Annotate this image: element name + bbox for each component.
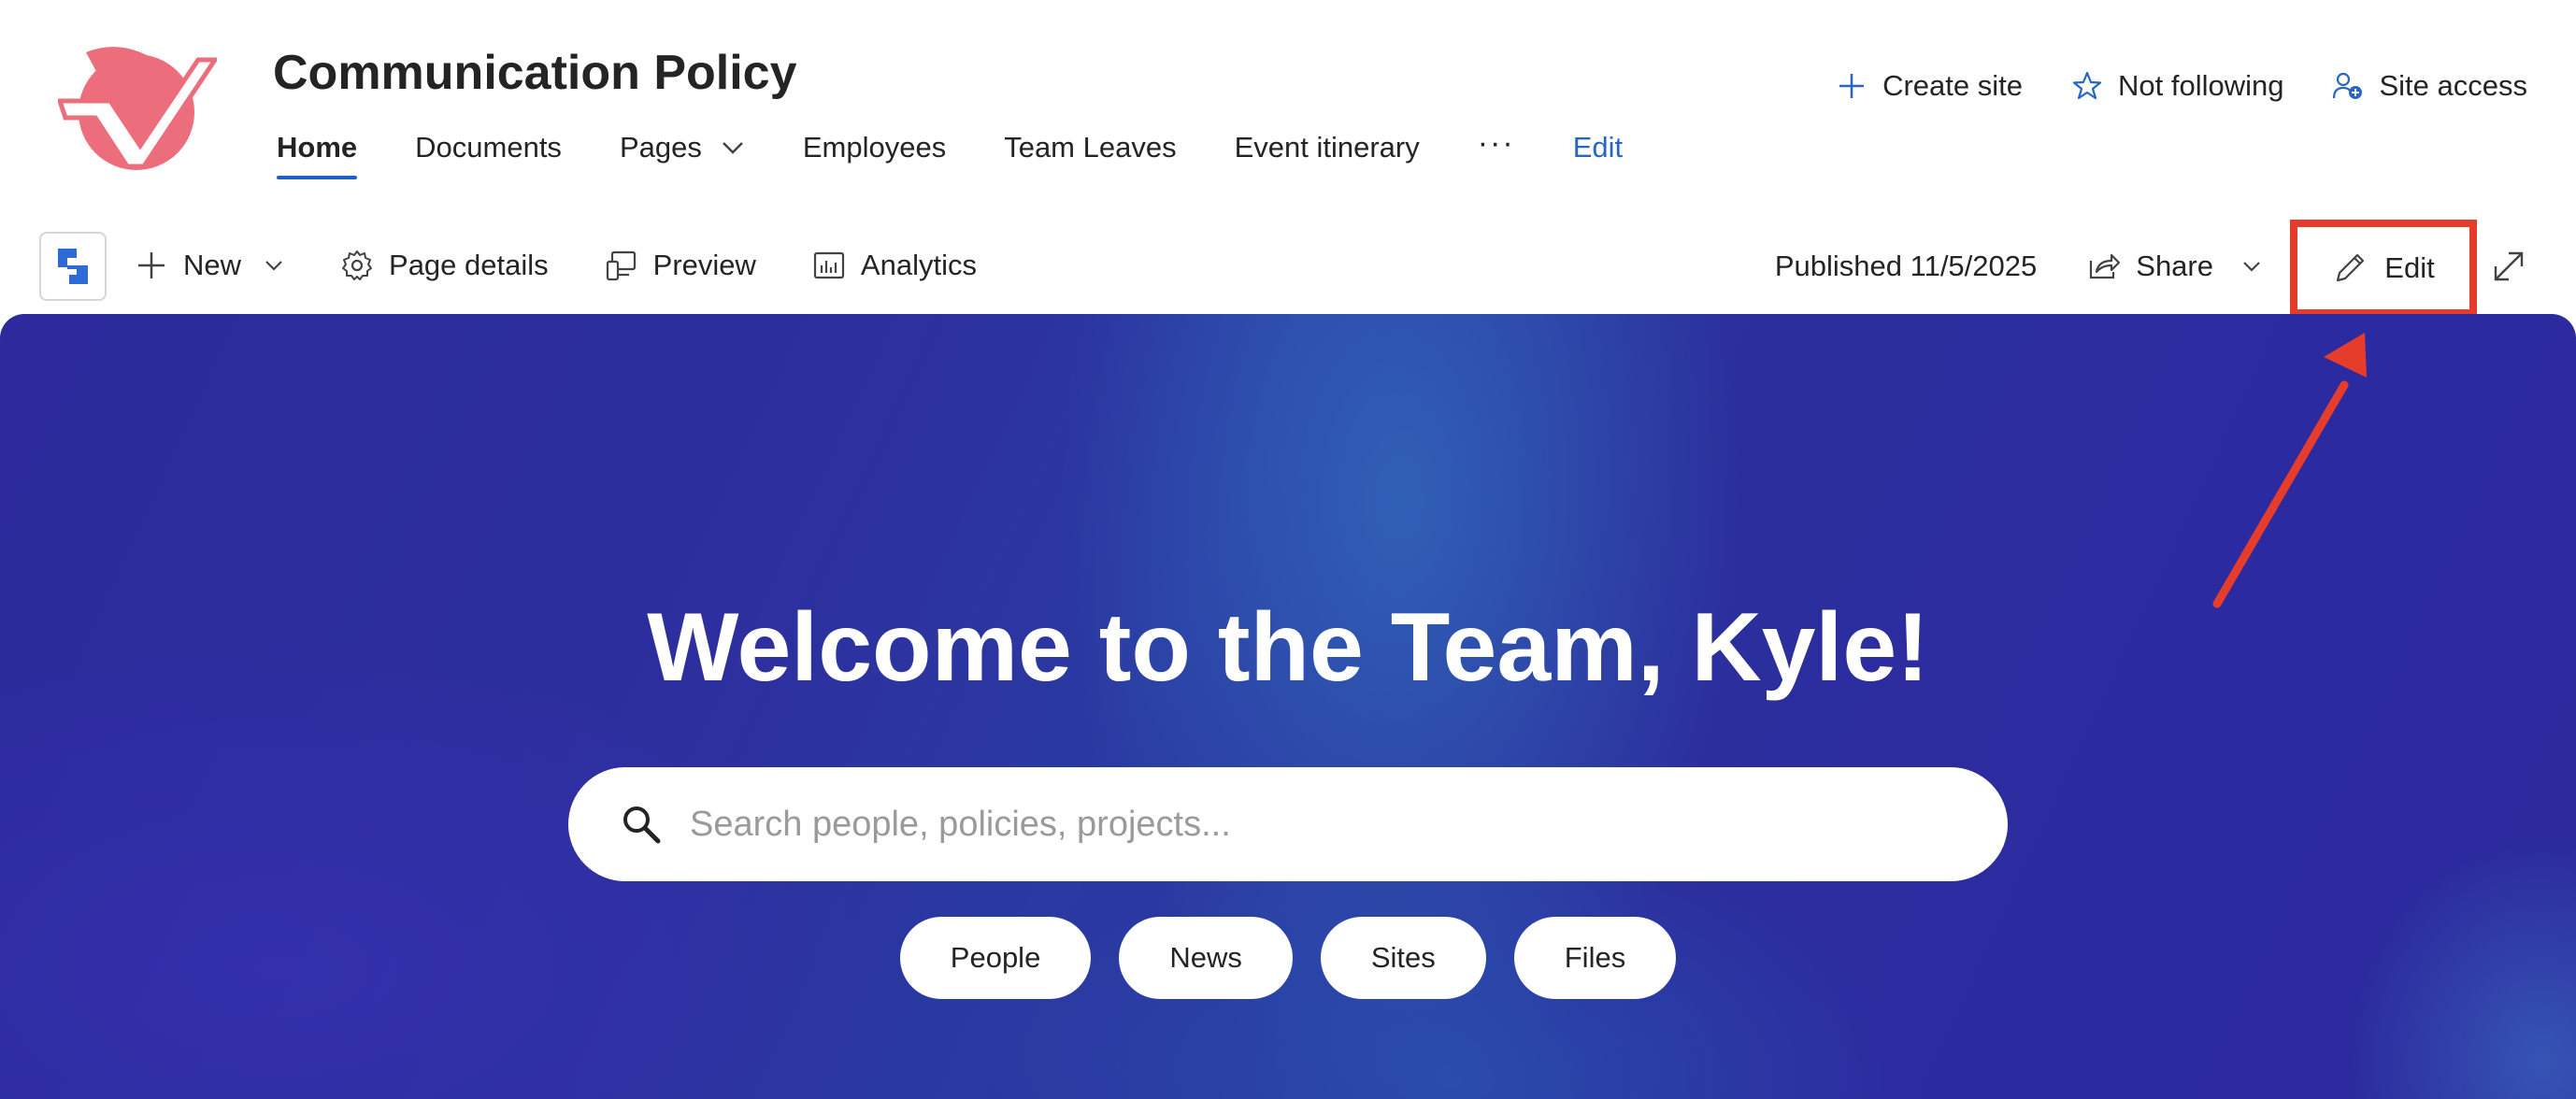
search-input[interactable]	[690, 804, 1905, 845]
chip-news[interactable]: News	[1119, 917, 1293, 999]
sharepoint-app-icon	[58, 249, 88, 284]
create-site-button[interactable]: Create site	[1836, 69, 2023, 103]
site-access-button[interactable]: Site access	[2332, 69, 2527, 103]
hero-banner: Welcome to the Team, Kyle! People News S…	[0, 314, 2576, 1099]
command-bar-right: Published 11/5/2025 Share Edit	[1774, 220, 2527, 317]
preview-label: Preview	[652, 249, 756, 281]
analytics-icon	[813, 251, 845, 279]
people-settings-icon	[2333, 72, 2363, 99]
nav-item-documents[interactable]: Documents	[415, 120, 562, 176]
command-bar: New Page details Preview Analytics Publi…	[0, 220, 2576, 317]
nav-item-employees[interactable]: Employees	[803, 120, 946, 176]
page-details-button[interactable]: Page details	[340, 249, 549, 282]
site-logo[interactable]	[58, 43, 217, 174]
analytics-button[interactable]: Analytics	[812, 249, 977, 282]
published-status: Published 11/5/2025	[1774, 250, 2038, 282]
command-bar-left: New Page details Preview Analytics	[135, 237, 1033, 293]
chevron-down-icon	[2243, 262, 2260, 272]
follow-button[interactable]: Not following	[2071, 69, 2283, 103]
gear-icon	[342, 250, 373, 280]
preview-button[interactable]: Preview	[605, 249, 756, 282]
nav-item-team-leaves[interactable]: Team Leaves	[1004, 120, 1176, 176]
new-label: New	[183, 249, 242, 281]
site-access-label: Site access	[2379, 69, 2527, 102]
expand-icon[interactable]	[2490, 248, 2527, 285]
share-button[interactable]: Share	[2087, 250, 2262, 283]
plus-icon	[1839, 74, 1865, 98]
nav-item-pages[interactable]: Pages	[620, 120, 745, 176]
site-actions: Create site Not following Site access	[1836, 69, 2527, 103]
chevron-down-icon	[265, 261, 282, 271]
star-icon	[2072, 71, 2102, 100]
search-icon	[623, 806, 661, 844]
nav-item-pages-label: Pages	[619, 131, 702, 164]
plus-icon	[138, 252, 165, 278]
devices-preview-icon	[606, 250, 636, 281]
sharepoint-page: Communication Policy Home Documents Page…	[0, 0, 2576, 1099]
chip-files[interactable]: Files	[1513, 917, 1677, 999]
site-navigation: Home Documents Pages Employees Team Leav…	[277, 120, 1681, 179]
nav-more-button[interactable]: ···	[1478, 115, 1515, 171]
app-launcher-button[interactable]	[39, 232, 107, 301]
nav-edit-link[interactable]: Edit	[1573, 120, 1623, 176]
search-filter-chips: People News Sites Files	[0, 917, 2576, 999]
nav-item-event-itinerary[interactable]: Event itinerary	[1235, 120, 1420, 176]
pencil-icon	[2337, 253, 2365, 282]
chevron-down-icon	[722, 142, 743, 154]
edit-button[interactable]: Edit	[2290, 220, 2477, 317]
edit-label: Edit	[2384, 251, 2435, 284]
share-icon	[2090, 253, 2121, 279]
welcome-heading: Welcome to the Team, Kyle!	[647, 593, 1929, 702]
page-details-label: Page details	[389, 249, 549, 281]
search-box[interactable]	[568, 767, 2008, 881]
site-title[interactable]: Communication Policy	[273, 45, 797, 101]
new-button[interactable]: New	[135, 249, 284, 282]
follow-label: Not following	[2118, 69, 2284, 102]
share-label: Share	[2136, 250, 2213, 282]
analytics-label: Analytics	[860, 249, 977, 281]
nav-item-home[interactable]: Home	[277, 120, 358, 179]
chip-people[interactable]: People	[899, 917, 1092, 999]
create-site-label: Create site	[1882, 69, 2023, 102]
chip-sites[interactable]: Sites	[1320, 917, 1486, 999]
